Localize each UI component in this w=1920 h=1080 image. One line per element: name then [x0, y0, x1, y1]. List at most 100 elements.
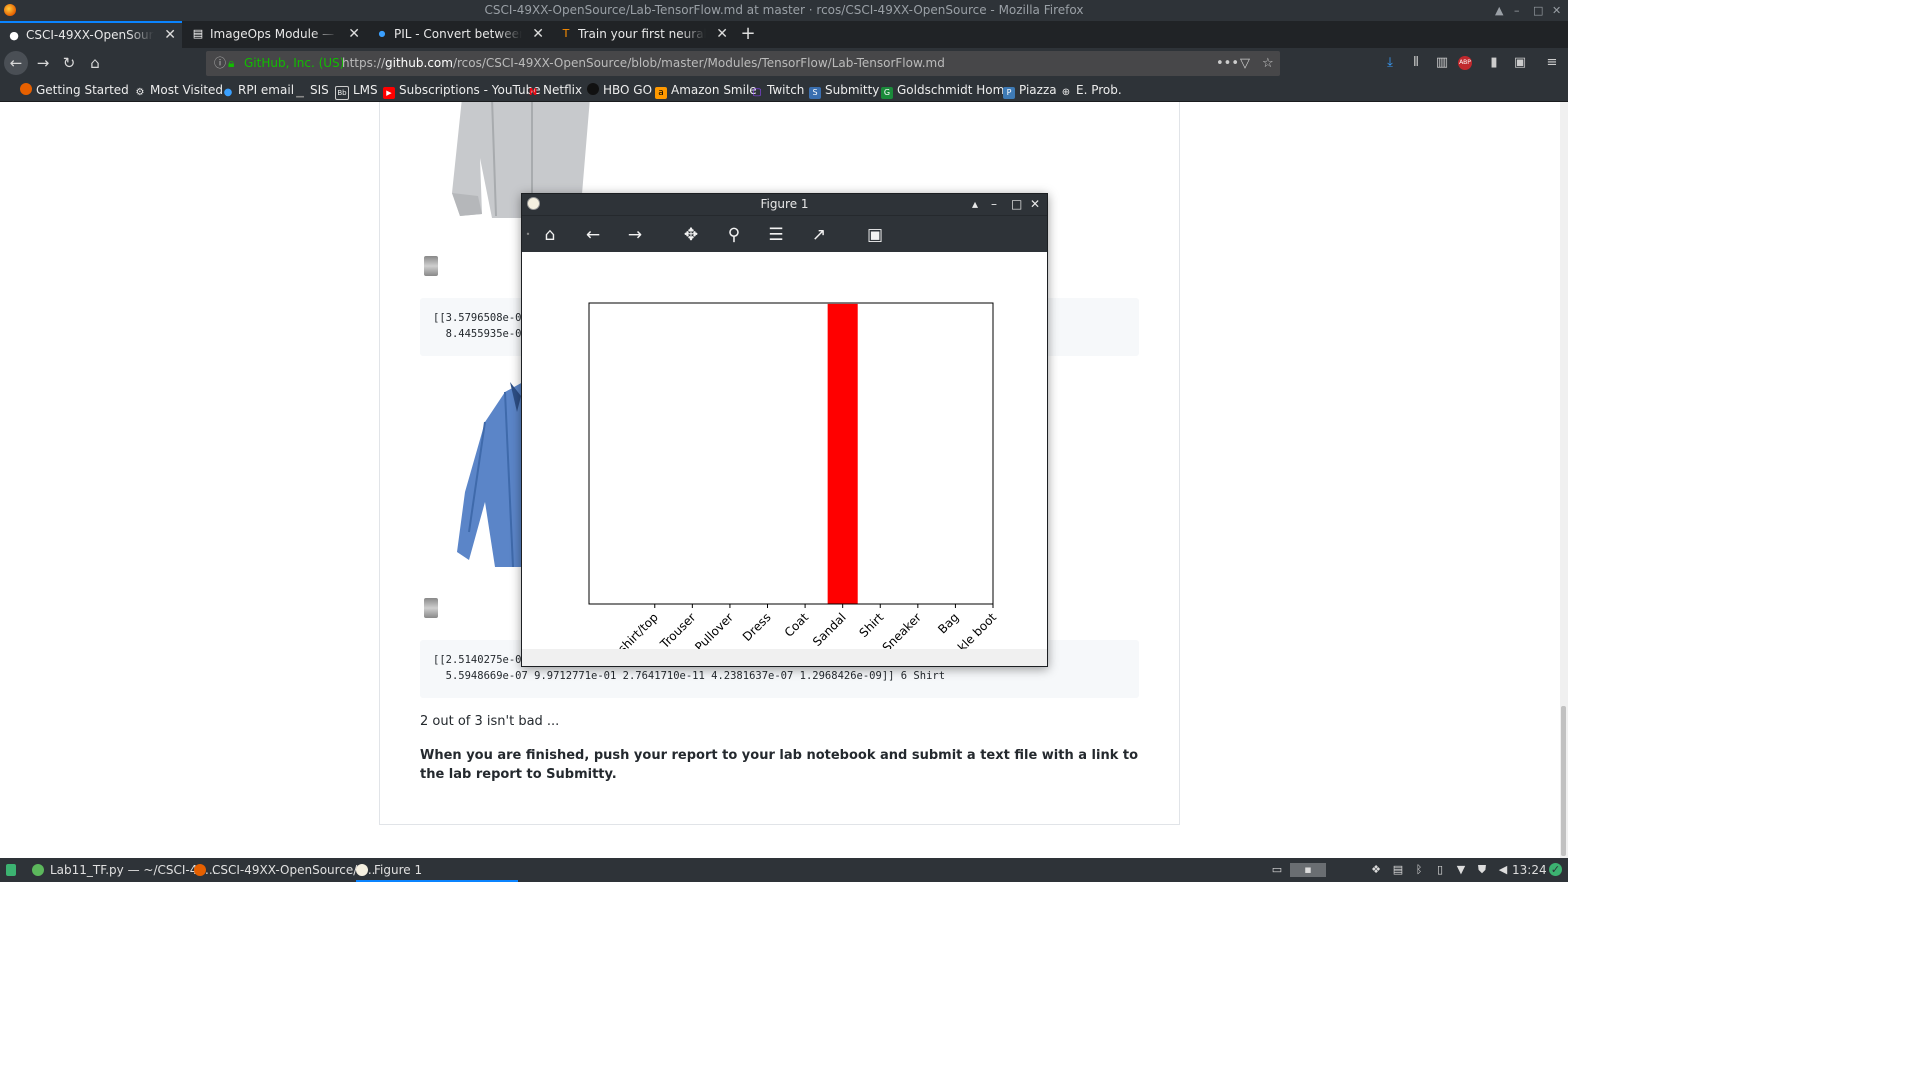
subplots-icon[interactable]: ☰ — [765, 224, 787, 246]
tab-pil-convert[interactable]: ● PIL - Convert between a PI ✕ — [368, 21, 550, 48]
bookmark-twitch[interactable]: ▢ Twitch — [751, 79, 804, 101]
tab-label: Train your first neural netw — [578, 27, 706, 41]
sidebar-icon[interactable]: ▥ — [1432, 53, 1452, 73]
bookmark-goldschmidt[interactable]: G Goldschmidt Home — [881, 79, 1012, 101]
wifi-icon[interactable]: ▼ — [1454, 863, 1468, 877]
shield-icon[interactable]: ⛊ — [1475, 863, 1489, 877]
bookmark-amazon-smile[interactable]: a Amazon Smile — [655, 79, 757, 101]
tab-close-icon[interactable]: ✕ — [348, 21, 360, 48]
github-icon: ● — [9, 29, 19, 42]
library-icon[interactable]: ⫴ — [1406, 53, 1426, 73]
site-identity[interactable]: GitHub, Inc. (US) — [244, 51, 344, 76]
firefox-icon — [194, 864, 206, 876]
zoom-icon[interactable]: ⚲ — [723, 224, 745, 246]
bookmark-e-prob[interactable]: ⊕ E. Prob. — [1060, 79, 1122, 101]
clipboard-icon[interactable]: ▯ — [1433, 863, 1447, 877]
tab-github-lab[interactable]: ● CSCI-49XX-OpenSource/La ✕ — [0, 21, 182, 48]
workspace-switcher[interactable]: ▪ — [1290, 863, 1326, 877]
piazza-icon: P — [1003, 87, 1015, 99]
keep-above-icon[interactable]: ▲ — [1495, 0, 1503, 21]
minimize-icon[interactable]: – — [991, 194, 997, 215]
forward-button[interactable]: → — [32, 52, 54, 74]
sis-icon: ▁ — [296, 87, 304, 98]
download-icon[interactable]: ⤓ — [1380, 53, 1400, 73]
plot-canvas[interactable]: T-shirt/top Trouser Pullover Dress Coat Sanda… — [522, 252, 1047, 666]
terminal-icon[interactable]: ▤ — [1391, 863, 1405, 877]
new-tab-button[interactable]: + — [738, 21, 758, 48]
url-bar[interactable]: ⓘ 🔒︎ GitHub, Inc. (US) https://github.co… — [206, 51, 1280, 76]
clock[interactable]: 13:24 — [1512, 863, 1547, 877]
back-arrow-icon[interactable]: ← — [582, 224, 604, 246]
firefox-icon — [4, 4, 16, 16]
close-icon[interactable]: ✕ — [1552, 0, 1561, 21]
tensorflow-icon: T — [562, 27, 570, 40]
bookmark-getting-started[interactable]: Getting Started — [20, 79, 129, 101]
reload-button[interactable]: ↻ — [58, 52, 80, 74]
task-figure[interactable]: Figure 1 — [356, 858, 518, 882]
axes-edit-icon[interactable]: ↗ — [808, 224, 830, 246]
x-tick-label: T-shirt/top — [607, 610, 661, 649]
task-firefox[interactable]: CSCI-49XX-OpenSource/L... — [194, 858, 375, 882]
bookmarks-toolbar: Getting Started ⚙ Most Visited ● RPI email… — [0, 79, 1568, 102]
extension-icon[interactable]: ▣ — [1510, 53, 1530, 73]
bookmark-submitty[interactable]: S Submitty — [809, 79, 879, 101]
taskbar: Lab11_TF.py — ~/CSCI-49... CSCI-49XX-Ope… — [0, 858, 1568, 882]
back-button[interactable]: ← — [4, 51, 28, 75]
page-actions-icon[interactable]: ••• — [1216, 51, 1239, 76]
bookmark-hbo-go[interactable]: HBO GO — [587, 79, 652, 101]
bluetooth-icon[interactable]: ᛒ — [1412, 863, 1426, 877]
tab-label: ImageOps Module — Pillow — [210, 27, 338, 41]
pocket-icon[interactable]: ▽ — [1240, 51, 1250, 76]
maximize-icon[interactable]: □ — [1533, 0, 1543, 21]
twitch-icon: ▢ — [752, 87, 762, 98]
forward-arrow-icon[interactable]: → — [624, 224, 646, 246]
menu-icon[interactable]: ≡ — [1542, 53, 1562, 73]
link-icon: ● — [378, 29, 386, 38]
bookmark-star-icon[interactable]: ☆ — [1262, 51, 1274, 76]
tab-close-icon[interactable]: ✕ — [532, 21, 544, 48]
app-menu-icon[interactable] — [6, 858, 18, 882]
save-icon[interactable]: ▣ — [864, 224, 886, 246]
minimize-icon[interactable]: – — [1514, 0, 1520, 21]
bookmark-rpi-email[interactable]: ● RPI email — [222, 79, 294, 101]
firefox-icon — [20, 83, 32, 95]
lock-icon[interactable]: 🔒︎ — [228, 51, 234, 76]
tab-train-neural-net[interactable]: T Train your first neural netw ✕ — [552, 21, 734, 48]
keep-above-icon[interactable]: ▴ — [972, 194, 978, 215]
url-text[interactable]: https://github.com/rcos/CSCI-49XX-OpenSo… — [342, 51, 945, 76]
window-title: CSCI-49XX-OpenSource/Lab-TensorFlow.md a… — [484, 3, 1084, 17]
bookmark-lms[interactable]: Bb LMS — [335, 79, 378, 101]
figure-titlebar[interactable]: Figure 1 ▴ – □ ✕ — [522, 194, 1047, 215]
scrollbar-thumb[interactable] — [1561, 706, 1566, 856]
info-icon[interactable]: ⓘ — [214, 51, 226, 76]
bookmark-netflix[interactable]: N Netflix — [527, 79, 582, 101]
figure-app-icon — [527, 197, 540, 210]
figure-icon — [356, 864, 368, 876]
home-button[interactable]: ⌂ — [84, 52, 106, 74]
netflix-icon: N — [528, 87, 538, 98]
pan-icon[interactable]: ✥ — [680, 224, 702, 246]
x-tick-label: Shirt — [857, 610, 887, 640]
reader-icon[interactable]: ▮ — [1484, 53, 1504, 73]
tab-imageops[interactable]: ▤ ImageOps Module — Pillow ✕ — [184, 21, 366, 48]
blue-shirt-image — [457, 382, 525, 567]
gear-icon: ⚙ — [135, 87, 145, 98]
dropbox-icon[interactable]: ❖ — [1369, 863, 1383, 877]
close-icon[interactable]: ✕ — [1030, 194, 1040, 215]
bookmark-sis[interactable]: ▁ SIS — [294, 79, 329, 101]
figure-statusbar — [522, 649, 1047, 666]
bookmark-most-visited[interactable]: ⚙ Most Visited — [134, 79, 224, 101]
adblock-icon[interactable]: ABP — [1458, 56, 1472, 70]
window-icon[interactable]: ▭ — [1270, 863, 1284, 877]
bookmark-piazza[interactable]: P Piazza — [1003, 79, 1057, 101]
nav-bar: ← → ↻ ⌂ ⓘ 🔒︎ GitHub, Inc. (US) https://g… — [0, 48, 1568, 79]
bookmark-youtube[interactable]: ▶ Subscriptions - YouTube — [383, 79, 541, 101]
volume-icon[interactable]: ◀ — [1496, 863, 1510, 877]
tab-close-icon[interactable]: ✕ — [716, 21, 728, 48]
tab-label: CSCI-49XX-OpenSource/La — [26, 28, 154, 42]
tab-close-icon[interactable]: ✕ — [164, 23, 176, 48]
task-editor[interactable]: Lab11_TF.py — ~/CSCI-49... — [32, 858, 216, 882]
home-icon[interactable]: ⌂ — [539, 224, 561, 246]
update-icon[interactable]: ✓ — [1549, 863, 1562, 876]
maximize-icon[interactable]: □ — [1011, 194, 1022, 215]
